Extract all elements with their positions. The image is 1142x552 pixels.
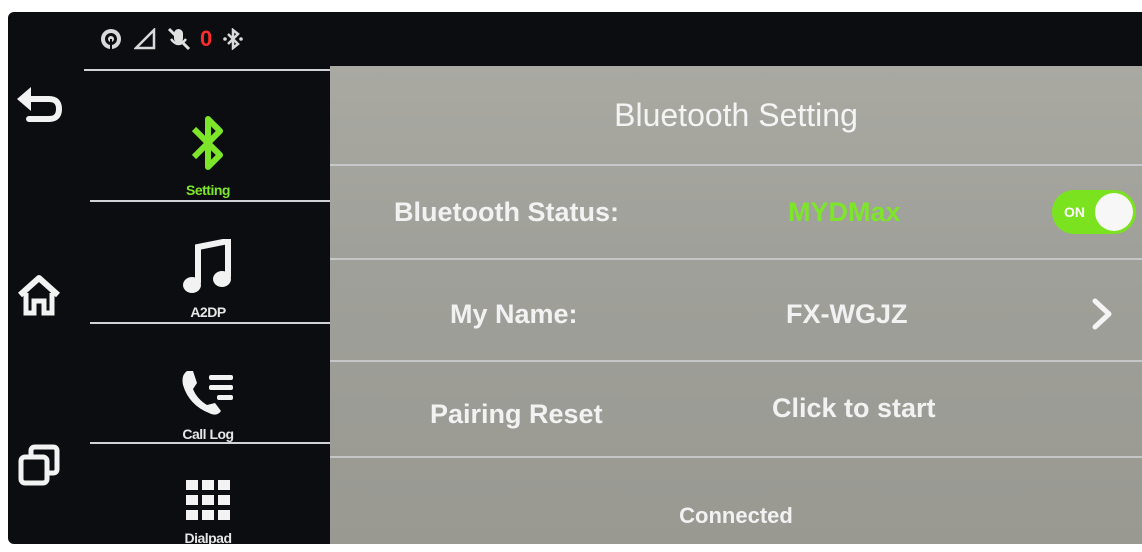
pairing-reset-action[interactable]: Click to start [772,362,936,454]
pairing-reset-label: Pairing Reset [430,398,603,429]
category-call-log[interactable]: Call Log [84,344,332,442]
bluetooth-icon [188,111,228,180]
head-unit-screen: 0 Setting A2DP Call Log Dialpad Bluetoot… [8,12,1142,544]
recent-apps-button[interactable] [12,440,66,494]
category-label: Setting [186,182,230,198]
category-label: Call Log [182,426,234,442]
status-bar: 0 [98,26,246,52]
system-rail [8,72,78,544]
category-setting[interactable]: Setting [84,100,332,198]
pairing-reset-row[interactable]: Pairing Reset Click to start [330,368,1142,460]
dialpad-icon [185,479,231,528]
bluetooth-toggle[interactable]: ON [1052,190,1136,234]
back-button[interactable] [12,78,66,132]
bluetooth-category-list: Setting A2DP Call Log Dialpad [84,72,332,544]
signal-icon [132,26,158,52]
bluetooth-status-icon [220,26,246,52]
row-divider [330,360,1142,362]
toggle-knob [1095,193,1133,231]
my-name-row[interactable]: My Name: FX-WGJZ [330,268,1142,360]
page-title: Bluetooth Setting [614,96,858,133]
mic-muted-icon [166,26,192,52]
category-dialpad[interactable]: Dialpad [84,464,332,544]
category-divider [90,442,330,444]
bluetooth-status-label: Bluetooth Status: [394,196,619,227]
back-icon [15,83,63,128]
my-name-label: My Name: [450,298,578,329]
bluetooth-device-name: MYDMax [788,196,901,227]
home-icon [16,273,62,322]
chevron-right-icon [1084,296,1120,332]
my-name-value: FX-WGJZ [786,298,908,329]
call-log-icon [179,365,237,424]
category-label: A2DP [190,304,226,320]
notification-count: 0 [200,26,213,51]
row-divider [330,456,1142,458]
status-divider [84,69,332,71]
bluetooth-settings-panel: Bluetooth Setting Bluetooth Status: MYDM… [330,66,1142,544]
category-label: Dialpad [184,530,232,544]
hotspot-icon [98,26,124,52]
connection-status: Connected [679,503,793,528]
row-divider [330,258,1142,260]
bluetooth-status-row: Bluetooth Status: MYDMax ON [330,166,1142,258]
home-button[interactable] [12,270,66,324]
category-divider [90,200,330,202]
category-divider [90,322,330,324]
music-note-icon [182,237,234,302]
recent-apps-icon [17,443,61,492]
toggle-state-label: ON [1064,204,1085,220]
category-a2dp[interactable]: A2DP [84,222,332,320]
